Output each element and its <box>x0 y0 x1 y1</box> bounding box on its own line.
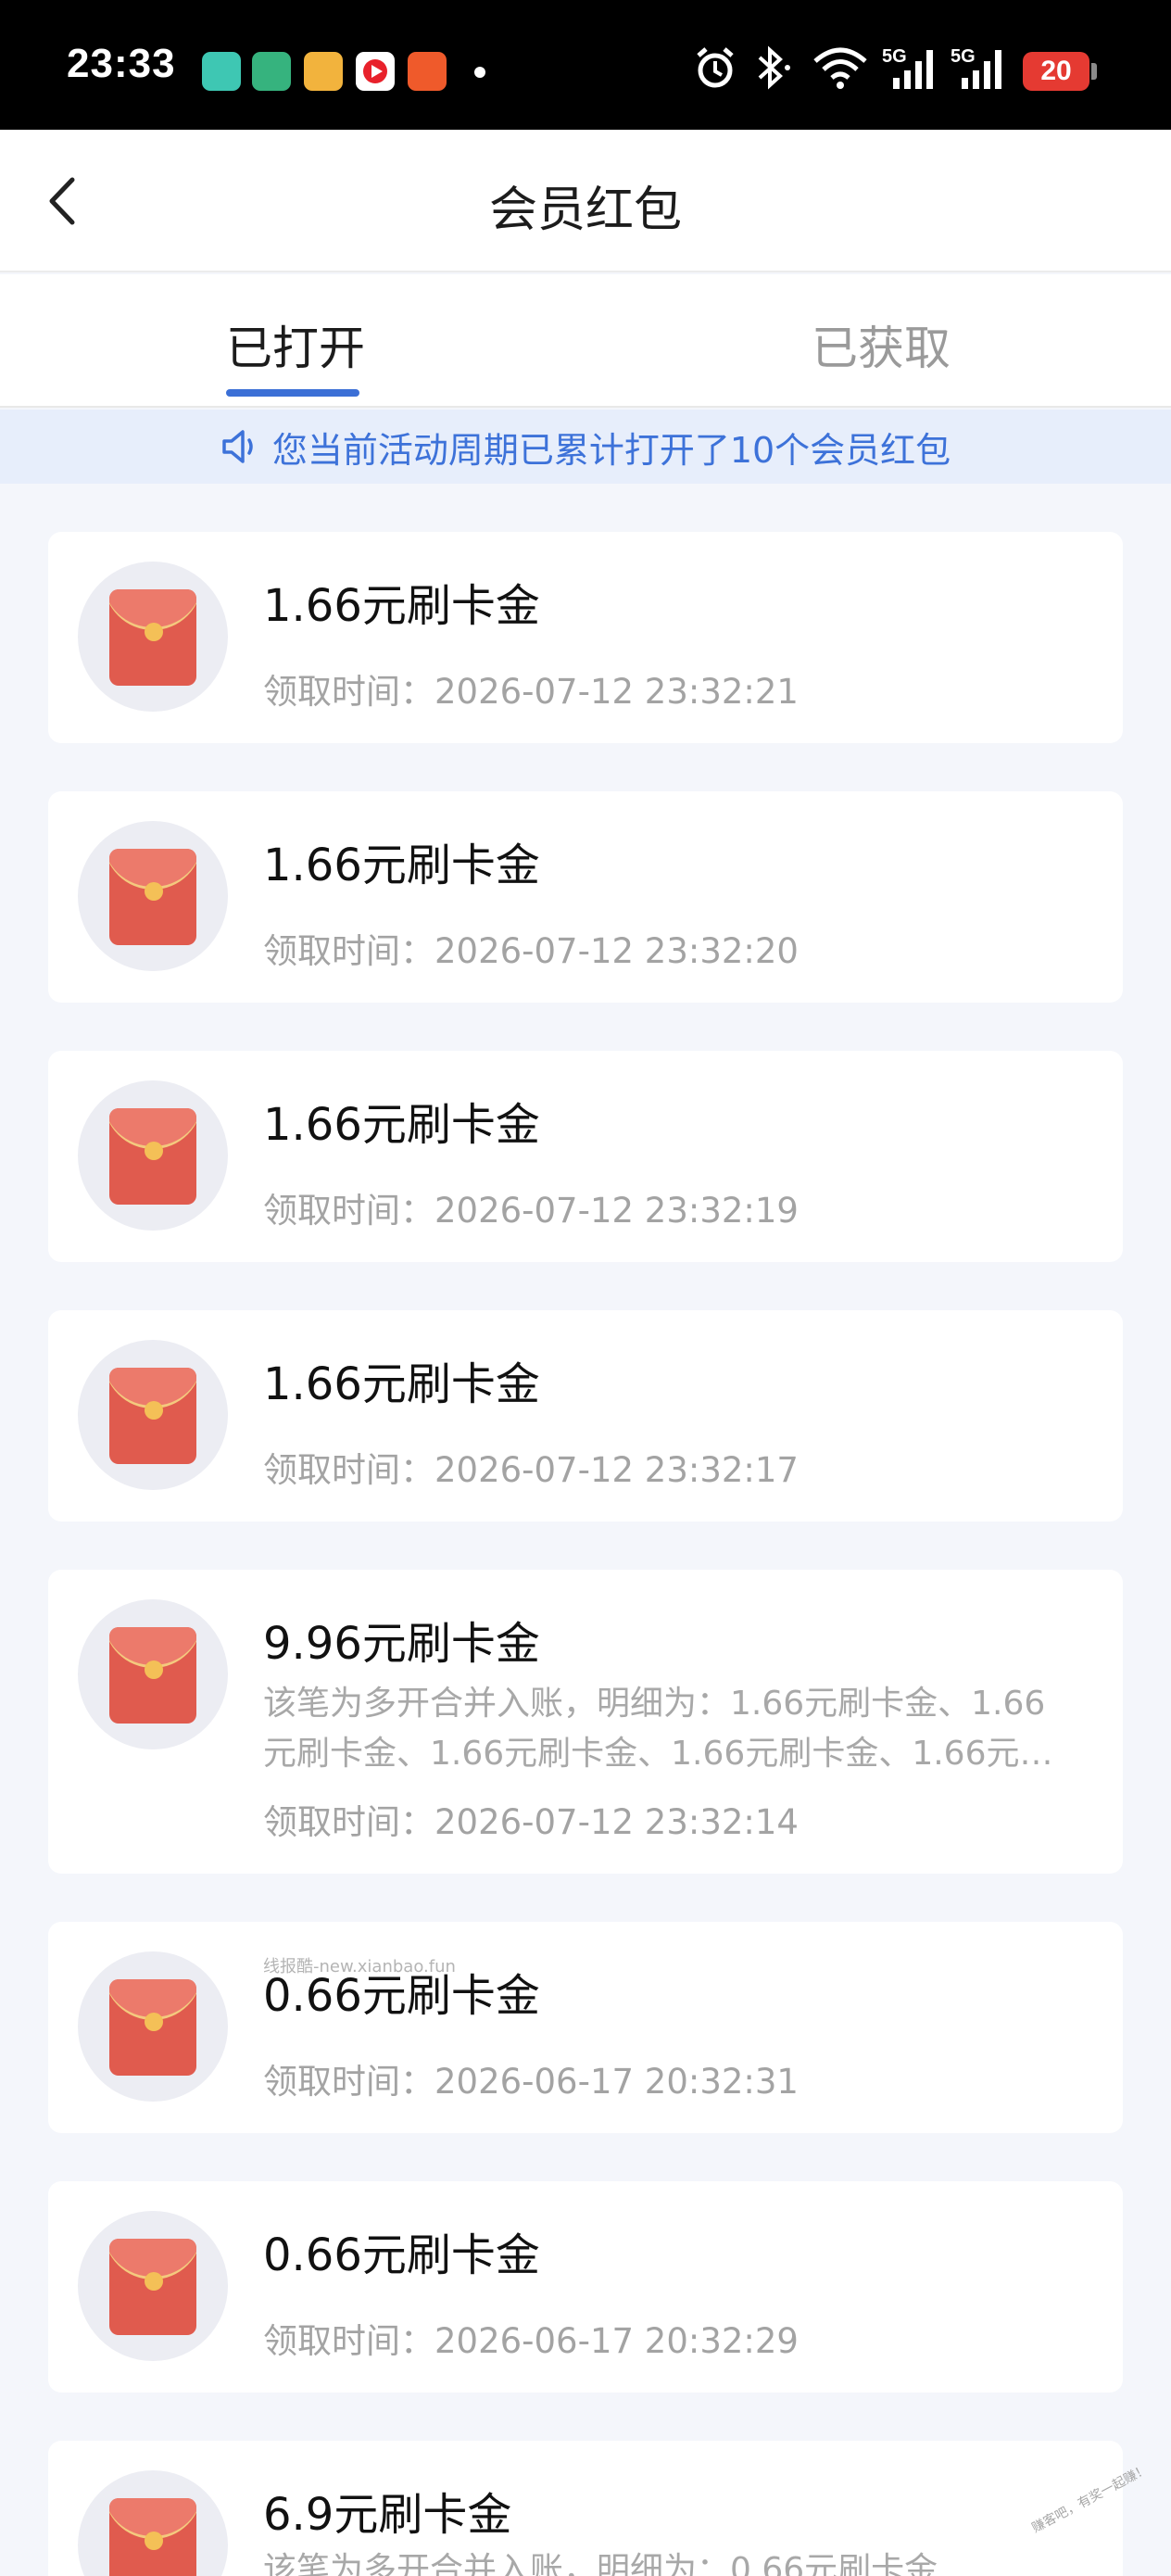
list-item[interactable]: 1.66元刷卡金 领取时间：2026-07-12 23:32:19 <box>48 1051 1123 1262</box>
reward-amount: 9.96元刷卡金 <box>263 1618 540 1670</box>
tab-active-indicator <box>226 389 359 397</box>
bluetooth-icon <box>758 45 790 90</box>
play-app-icon <box>356 52 395 91</box>
claim-time: 领取时间：2026-07-12 23:32:21 <box>263 672 799 712</box>
list-item[interactable]: 0.66元刷卡金 领取时间：2026-06-17 20:32:29 <box>48 2181 1123 2393</box>
reward-amount: 6.9元刷卡金 <box>263 2489 512 2541</box>
claim-time: 领取时间：2026-07-12 23:32:17 <box>263 1450 799 1490</box>
red-packet-icon <box>78 1599 228 1749</box>
wifi-icon <box>813 47 867 89</box>
tab-bar: 已打开 已获取 <box>0 274 1171 408</box>
tab-opened[interactable]: 已打开 <box>226 311 365 378</box>
status-bar: 23:33 5G 5G 20 <box>0 0 1171 130</box>
reward-amount: 0.66元刷卡金 <box>263 1970 540 2022</box>
battery-tip <box>1091 63 1097 80</box>
signal-icon <box>893 50 933 89</box>
claim-time: 领取时间：2026-07-12 23:32:19 <box>263 1191 799 1231</box>
claim-time: 领取时间：2026-06-17 20:32:31 <box>263 2062 799 2102</box>
reward-amount: 1.66元刷卡金 <box>263 840 540 891</box>
list-item[interactable]: 1.66元刷卡金 领取时间：2026-07-12 23:32:20 <box>48 791 1123 1003</box>
status-time: 23:33 <box>67 41 176 86</box>
merge-detail: 该笔为多开合并入账，明细为：1.66元刷卡金、1.66元刷卡金、1.66元刷卡金… <box>263 1685 1053 1773</box>
claim-time: 领取时间：2026-07-12 23:32:14 <box>263 1802 799 1842</box>
red-packet-icon <box>78 1080 228 1231</box>
alarm-icon <box>697 47 734 88</box>
video-app-icon <box>304 52 343 91</box>
tab-obtained[interactable]: 已获取 <box>812 311 951 378</box>
red-packet-icon <box>78 1951 228 2102</box>
list-item[interactable]: 9.96元刷卡金 该笔为多开合并入账，明细为：1.66元刷卡金、1.66元刷卡金… <box>48 1570 1123 1874</box>
claim-time: 领取时间：2026-06-17 20:32:29 <box>263 2321 799 2361</box>
speaker-icon <box>222 430 253 463</box>
page-title: 会员红包 <box>488 183 682 238</box>
red-packet-icon <box>78 2470 228 2576</box>
claim-time: 领取时间：2026-07-12 23:32:20 <box>263 931 799 971</box>
chat-app-icon <box>202 52 241 91</box>
list-item[interactable]: 1.66元刷卡金 领取时间：2026-07-12 23:32:17 <box>48 1310 1123 1522</box>
shield-app-icon <box>252 52 291 91</box>
merge-detail: 该笔为多开合并入账，明细为：0.66元刷卡金 <box>263 2551 938 2576</box>
battery-indicator: 20 <box>1023 52 1089 91</box>
page-header: 会员红包 <box>0 130 1171 272</box>
red-packet-icon <box>78 821 228 971</box>
list-item[interactable]: 线报酷-new.xianbao.fun 0.66元刷卡金 领取时间：2026-0… <box>48 1922 1123 2133</box>
notification-dot <box>474 67 485 78</box>
red-packet-icon <box>78 2211 228 2361</box>
reward-amount: 1.66元刷卡金 <box>263 580 540 632</box>
reward-amount: 1.66元刷卡金 <box>263 1099 540 1151</box>
red-packet-icon <box>78 1340 228 1490</box>
list-item[interactable]: 1.66元刷卡金 领取时间：2026-07-12 23:32:21 <box>48 532 1123 743</box>
reward-amount: 0.66元刷卡金 <box>263 2229 540 2281</box>
notice-text: 您当前活动周期已累计打开了10个会员红包 <box>271 429 951 471</box>
taobao-app-icon <box>408 52 447 91</box>
list-item[interactable]: 6.9元刷卡金 该笔为多开合并入账，明细为：0.66元刷卡金 <box>48 2441 1123 2576</box>
notice-banner: 您当前活动周期已累计打开了10个会员红包 <box>0 410 1171 484</box>
reward-amount: 1.66元刷卡金 <box>263 1358 540 1410</box>
red-packet-icon <box>78 562 228 712</box>
signal-icon <box>962 50 1001 89</box>
